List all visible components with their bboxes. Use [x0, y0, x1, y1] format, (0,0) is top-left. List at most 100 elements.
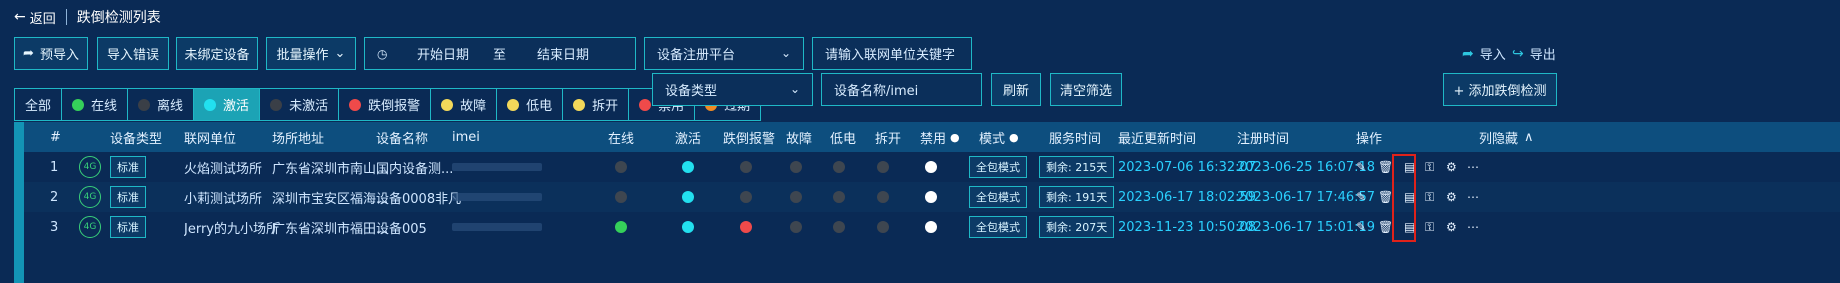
status-dot-icon	[270, 98, 283, 111]
status-fall-cell	[740, 152, 752, 182]
import-errors-button[interactable]: 导入错误	[97, 37, 169, 70]
edit-action[interactable]: ✎	[1356, 182, 1366, 212]
unit-cell[interactable]: 小莉测试场所	[184, 182, 262, 212]
imei-cell	[452, 182, 542, 212]
unbound-devices-button[interactable]: 未绑定设备	[176, 37, 258, 70]
table-row[interactable]: 2 4G 标准 小莉测试场所 深圳市宝安区福海... 设备0008非凡 全包模式 剩余: 19…	[24, 182, 1840, 212]
imei-redacted	[452, 163, 542, 171]
unit-cell[interactable]: Jerry的九小场所	[184, 212, 279, 242]
table-row[interactable]: 1 4G 标准 火焰测试场所 广东省深圳市南山... 国内设备测... 全包模式 剩余: 21…	[24, 152, 1840, 182]
edit-action[interactable]: ✎	[1356, 152, 1366, 182]
info-icon[interactable]: ●	[950, 131, 960, 144]
status-filter-segment[interactable]: 激活	[194, 89, 261, 120]
more-action[interactable]: ⋯	[1467, 182, 1479, 212]
date-range-picker[interactable]: ◷ 开始日期 至 结束日期	[364, 37, 636, 70]
share-icon: ➦	[1462, 45, 1474, 62]
device-type-tag: 标准	[110, 186, 146, 208]
row-number: 3	[50, 212, 58, 242]
settings-action[interactable]: ⚙	[1446, 212, 1457, 242]
device-type-tag: 标准	[110, 156, 146, 178]
delete-action[interactable]: 🗑	[1378, 152, 1393, 182]
platform-select-value: 设备注册平台	[657, 48, 736, 63]
status-dot-icon	[740, 221, 752, 233]
column-header-updated: 最近更新时间	[1118, 122, 1196, 152]
row-number-text: 1	[50, 159, 59, 175]
device-name-cell: 国内设备测...	[376, 152, 453, 182]
status-filter-segment[interactable]: 离线	[128, 89, 195, 120]
more-action[interactable]: ⋯	[1467, 212, 1479, 242]
unit-keyword-input[interactable]: 请输入联网单位关键字	[812, 37, 972, 70]
export-link[interactable]: ↪ 导出	[1512, 44, 1556, 64]
device-name-cell: 设备0008非凡	[376, 182, 461, 212]
add-fall-detector-button[interactable]: + 添加跌倒检测	[1443, 73, 1557, 106]
status-filter-segment[interactable]: 未激活	[260, 89, 340, 120]
device-name-cell: 设备005	[376, 212, 427, 242]
column-header-hide[interactable]: 列隐藏 ∧	[1479, 122, 1534, 152]
device-type-select[interactable]: 设备类型 ⌄	[652, 73, 813, 106]
clear-filters-button[interactable]: 清空筛选	[1050, 73, 1122, 106]
status-filter-segment[interactable]: 在线	[62, 89, 129, 120]
status-active-cell	[682, 152, 694, 182]
status-dot-icon	[615, 161, 627, 173]
status-dot-icon	[682, 221, 694, 233]
status-dot-icon	[349, 98, 362, 111]
device-type-cell: 标准	[110, 182, 146, 212]
registered-time: 2023-06-17 15:01:19	[1237, 219, 1376, 235]
info-icon[interactable]: ●	[1009, 131, 1019, 144]
service-cell: 剩余: 215天	[1039, 152, 1115, 182]
imei-cell	[452, 212, 542, 242]
status-filter-segment[interactable]: 故障	[431, 89, 498, 120]
divider	[65, 9, 67, 25]
mode-tag: 全包模式	[969, 156, 1027, 178]
pre-import-button[interactable]: ➦ 预导入	[14, 37, 88, 70]
column-header-label: #	[50, 129, 61, 145]
delete-icon: 🗑	[1378, 160, 1394, 174]
imei-redacted	[452, 223, 542, 231]
export-icon: ↪	[1512, 45, 1524, 62]
mode-tag: 全包模式	[969, 186, 1027, 208]
lock-action[interactable]: ⚿	[1425, 152, 1434, 182]
date-start: 开始日期	[417, 48, 470, 63]
table-row[interactable]: 3 4G 标准 Jerry的九小场所 广东省深圳市福田... 设备005 全包模式 剩余: 2…	[24, 212, 1840, 242]
unit-cell[interactable]: 火焰测试场所	[184, 152, 262, 182]
settings-action[interactable]: ⚙	[1446, 152, 1457, 182]
column-header-label: imei	[452, 129, 480, 145]
edit-action[interactable]: ✎	[1356, 212, 1366, 242]
status-dot-icon	[790, 161, 802, 173]
more-action[interactable]: ⋯	[1467, 152, 1479, 182]
status-filter-segment[interactable]: 全部	[15, 89, 63, 120]
delete-action[interactable]: 🗑	[1378, 182, 1393, 212]
refresh-button[interactable]: 刷新	[991, 73, 1041, 106]
registered-cell: 2023-06-25 16:07:18	[1237, 152, 1375, 182]
row-number: 1	[50, 152, 58, 182]
platform-select[interactable]: 设备注册平台 ⌄	[644, 37, 804, 70]
status-filter-label: 低电	[526, 99, 553, 114]
network-badge: 4G	[79, 182, 101, 212]
status-filter-segment[interactable]: 跌倒报警	[339, 89, 432, 120]
batch-operations-dropdown[interactable]: 批量操作 ⌄	[266, 37, 356, 70]
device-name-input[interactable]: 设备名称/imei	[821, 73, 982, 106]
batch-ops-label: 批量操作	[276, 48, 329, 63]
status-low-cell	[833, 182, 845, 212]
back-button[interactable]: ← 返回	[14, 8, 56, 27]
address-text: 深圳市宝安区福海...	[272, 191, 389, 207]
status-filter-segment[interactable]: 拆开	[563, 89, 630, 120]
status-fall-cell	[740, 182, 752, 212]
column-header-unit: 联网单位	[184, 122, 236, 152]
column-header-addr: 场所地址	[272, 122, 324, 152]
status-filter-segment[interactable]: 低电	[497, 89, 564, 120]
more-icon: ⋯	[1467, 190, 1479, 204]
service-tag: 剩余: 207天	[1039, 216, 1115, 238]
status-online-cell	[615, 212, 627, 242]
page-title: 跌倒检测列表	[76, 10, 161, 26]
lock-action[interactable]: ⚿	[1425, 182, 1434, 212]
settings-action[interactable]: ⚙	[1446, 182, 1457, 212]
import-link[interactable]: ➦ 导入	[1462, 44, 1506, 64]
status-dot-icon	[833, 161, 845, 173]
network-4g-icon: 4G	[79, 156, 101, 178]
status-fault-cell	[790, 212, 802, 242]
status-disabled-cell	[925, 152, 937, 182]
delete-action[interactable]: 🗑	[1378, 212, 1393, 242]
status-dot-icon	[507, 98, 520, 111]
lock-action[interactable]: ⚿	[1425, 212, 1434, 242]
